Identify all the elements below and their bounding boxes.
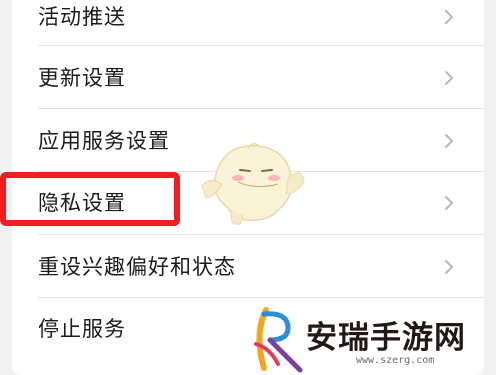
divider [38, 45, 484, 46]
settings-item-label: 活动推送 [38, 5, 126, 29]
site-watermark: 安瑞手游网 www.szerg.com [244, 304, 494, 374]
divider [38, 108, 484, 109]
chevron-right-icon [445, 10, 453, 24]
watermark-title: 安瑞手游网 [306, 320, 466, 356]
settings-item-update[interactable]: 更新设置 [12, 47, 484, 109]
settings-item-label: 应用服务设置 [38, 129, 170, 153]
watermark-url: www.szerg.com [356, 355, 435, 366]
site-logo-icon [254, 307, 303, 373]
chevron-right-icon [445, 134, 453, 148]
settings-item-activity-push[interactable]: 活动推送 [12, 0, 484, 48]
settings-item-label: 重设兴趣偏好和状态 [38, 255, 236, 279]
chevron-right-icon [445, 71, 453, 85]
settings-item-label: 更新设置 [38, 66, 126, 90]
settings-item-reset-interests[interactable]: 重设兴趣偏好和状态 [12, 236, 484, 298]
chevron-right-icon [445, 260, 453, 274]
settings-item-label: 停止服务 [38, 317, 126, 341]
divider [38, 234, 484, 235]
highlight-box [0, 172, 180, 226]
mascot-sticker [201, 143, 305, 225]
chevron-right-icon [445, 196, 453, 210]
